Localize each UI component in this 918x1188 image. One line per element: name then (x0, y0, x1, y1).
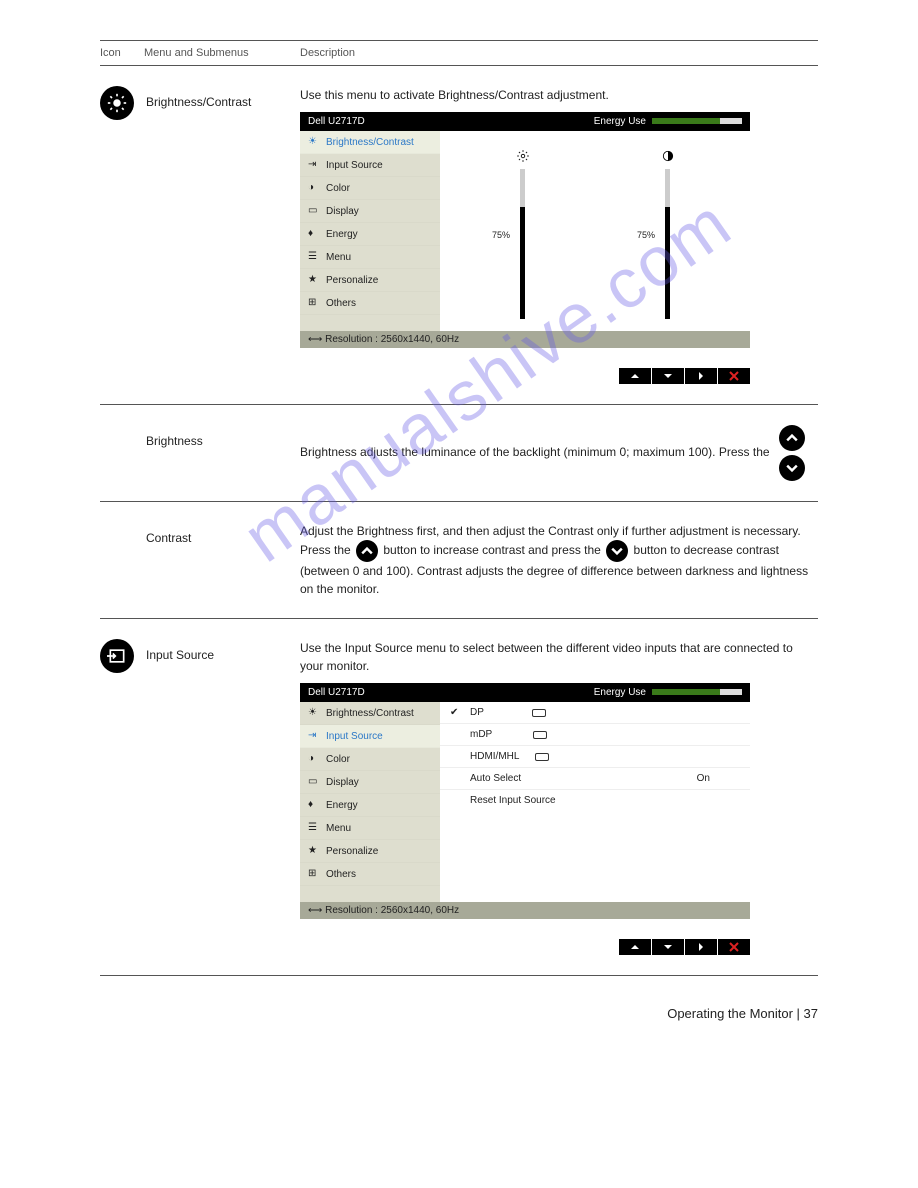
input-source-desc: Use the Input Source menu to select betw… (300, 639, 818, 675)
nav-up-button[interactable] (619, 368, 651, 384)
sidebar-item-energy[interactable]: ♦Energy (300, 223, 440, 246)
osd-nav-buttons (300, 368, 750, 384)
source-row-mdp[interactable]: mDP (440, 724, 750, 746)
down-chevron-icon (779, 455, 805, 481)
col-head-icon: Icon (100, 47, 144, 59)
sidebar-item-others[interactable]: ⊞Others (300, 292, 440, 315)
section-brightness: Brightness Brightness adjusts the lumina… (100, 404, 818, 501)
sun-icon (516, 149, 530, 163)
osd-resolution: Resolution : 2560x1440, 60Hz (325, 905, 459, 916)
energy-bar (652, 689, 742, 695)
osd-brightness: Dell U2717D Energy Use ☀Brightness/Contr… (300, 112, 750, 348)
energy-bar (652, 118, 742, 124)
nav-right-button[interactable] (685, 939, 717, 955)
contrast-icon (661, 149, 675, 163)
osd-sidebar: ☀Brightness/Contrast ⇥Input Source ◑Colo… (300, 702, 440, 902)
contrast-row-desc: Adjust the Brightness first, and then ad… (300, 522, 818, 598)
energy-label: Energy Use (594, 116, 646, 127)
osd-nav-buttons (300, 939, 750, 955)
sidebar-item-input[interactable]: ⇥Input Source (300, 725, 440, 748)
osd-input-source: Dell U2717D Energy Use ☀Brightness/Contr… (300, 683, 750, 919)
sidebar-item-menu[interactable]: ☰Menu (300, 817, 440, 840)
osd-title: Dell U2717D (308, 687, 365, 698)
nav-down-button[interactable] (652, 368, 684, 384)
brightness-slider[interactable]: 75% (516, 149, 530, 319)
sidebar-item-input[interactable]: ⇥Input Source (300, 154, 440, 177)
sidebar-item-menu[interactable]: ☰Menu (300, 246, 440, 269)
source-row-reset[interactable]: Reset Input Source (440, 790, 750, 811)
osd-sidebar: ☀Brightness/Contrast ⇥Input Source ◑Colo… (300, 131, 440, 331)
sidebar-item-personalize[interactable]: ★Personalize (300, 840, 440, 863)
nav-up-button[interactable] (619, 939, 651, 955)
sidebar-item-personalize[interactable]: ★Personalize (300, 269, 440, 292)
contrast-row-label: Contrast (146, 522, 191, 547)
contrast-slider[interactable]: 75% (661, 149, 675, 319)
source-row-hdmi[interactable]: HDMI/MHL (440, 746, 750, 768)
contrast-value: 75% (637, 230, 655, 240)
nav-close-button[interactable] (718, 939, 750, 955)
source-row-dp[interactable]: ✔DP (440, 702, 750, 724)
osd-title: Dell U2717D (308, 116, 365, 127)
sidebar-item-others[interactable]: ⊞Others (300, 863, 440, 886)
section-input-source: Input Source Use the Input Source menu t… (100, 618, 818, 976)
nav-close-button[interactable] (718, 368, 750, 384)
sidebar-item-color[interactable]: ◑Color (300, 748, 440, 771)
sidebar-item-energy[interactable]: ♦Energy (300, 794, 440, 817)
col-head-menu: Menu and Submenus (144, 47, 300, 59)
brightness-value: 75% (492, 230, 510, 240)
input-source-icon (100, 639, 134, 673)
sidebar-item-brightness[interactable]: ☀Brightness/Contrast (300, 702, 440, 725)
page-footer: Operating the Monitor | 37 (0, 976, 918, 1051)
energy-label: Energy Use (594, 687, 646, 698)
rule-top (100, 40, 818, 41)
osd-resolution: Resolution : 2560x1440, 60Hz (325, 334, 459, 345)
sidebar-item-color[interactable]: ◑Color (300, 177, 440, 200)
up-chevron-icon (779, 425, 805, 451)
brightness-contrast-icon (100, 86, 134, 120)
sidebar-item-brightness[interactable]: ☀Brightness/Contrast (300, 131, 440, 154)
down-chevron-icon (606, 540, 628, 562)
brightness-row-desc: Brightness adjusts the luminance of the … (300, 425, 818, 481)
input-source-label: Input Source (146, 639, 214, 664)
nav-right-button[interactable] (685, 368, 717, 384)
brightness-row-label: Brightness (146, 425, 203, 450)
brightness-contrast-desc: Use this menu to activate Brightness/Con… (300, 86, 818, 104)
nav-down-button[interactable] (652, 939, 684, 955)
up-chevron-icon (356, 540, 378, 562)
col-head-desc: Description (300, 47, 355, 59)
sidebar-item-display[interactable]: ▭Display (300, 200, 440, 223)
sidebar-item-display[interactable]: ▭Display (300, 771, 440, 794)
source-row-auto[interactable]: Auto SelectOn (440, 768, 750, 790)
section-contrast: Contrast Adjust the Brightness first, an… (100, 501, 818, 618)
brightness-contrast-label: Brightness/Contrast (146, 86, 251, 111)
section-brightness-contrast: Brightness/Contrast Use this menu to act… (100, 65, 818, 404)
